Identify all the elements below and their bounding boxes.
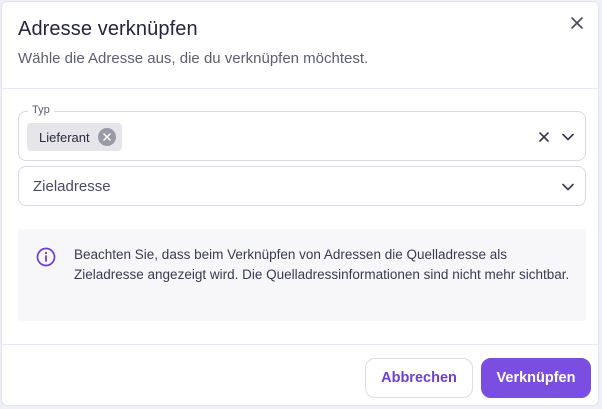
selected-type-chip-label: Lieferant — [39, 129, 90, 145]
dialog-subtitle: Wähle die Adresse aus, die du verknüpfen… — [18, 50, 369, 67]
close-icon — [571, 17, 583, 29]
header-divider — [2, 88, 598, 89]
selected-type-chip: Lieferant — [27, 123, 122, 151]
link-address-dialog: Adresse verknüpfen Wähle die Adresse aus… — [1, 1, 599, 406]
info-alert: Beachten Sie, dass beim Verknüpfen von A… — [18, 229, 586, 321]
info-alert-text: Beachten Sie, dass beim Verknüpfen von A… — [74, 247, 570, 282]
close-button[interactable] — [568, 14, 586, 32]
target-address-placeholder: Zieladresse — [33, 178, 111, 195]
chevron-down-icon — [562, 183, 574, 191]
close-circle-icon — [102, 133, 111, 141]
target-dropdown-toggle[interactable] — [561, 180, 575, 194]
footer-divider — [2, 344, 598, 345]
chevron-down-icon — [562, 133, 574, 141]
clear-selection-button[interactable] — [537, 130, 551, 144]
remove-chip-button[interactable] — [97, 128, 116, 146]
dialog-title: Adresse verknüpfen — [18, 18, 198, 40]
cancel-button[interactable]: Abbrechen — [365, 358, 473, 398]
type-dropdown-toggle[interactable] — [561, 130, 575, 144]
clear-icon — [539, 132, 549, 142]
target-address-select[interactable]: Zieladresse — [18, 166, 586, 206]
type-select-label: Typ — [28, 104, 54, 116]
type-select[interactable]: Typ Lieferant — [18, 104, 586, 161]
info-icon — [36, 247, 56, 267]
link-button[interactable]: Verknüpfen — [481, 358, 591, 398]
